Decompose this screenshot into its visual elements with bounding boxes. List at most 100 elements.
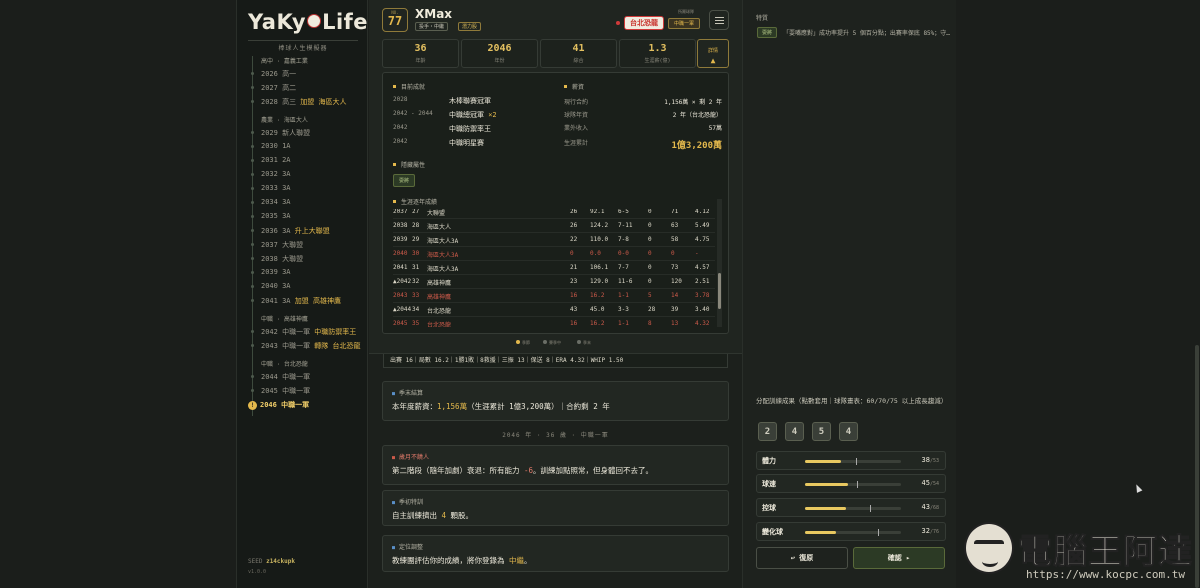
career-cell-ip: 106.1 [590,264,609,271]
career-cell-wl: 1-1 [618,292,629,299]
event-title: 歲月不饒人 [392,452,429,461]
timeline-item[interactable]: 2042 中職一軍 中職防禦率王 [251,327,356,337]
career-cell-so: 0 [671,250,675,257]
career-row: 2040 30 海區大人3A 0 0.0 0-0 0 0 - [393,247,715,261]
career-cell-wl: 11-6 [618,278,633,285]
app-subtitle: 棒球人生模擬器 [248,40,358,52]
career-cell-era: - [695,250,699,257]
career-cell-wl: 0-0 [618,250,629,257]
timeline-item[interactable]: 2039 3A [251,268,291,276]
hidden-attr-title: 隱藏屬性 [393,160,425,169]
bar-fill [805,483,849,486]
timeline-section: 中職 · 高雄神鷹 [261,316,308,323]
career-row: 2037 27 大聯盟 26 92.1 6-5 0 71 4.12 [393,209,715,219]
player-header: NO. 77 XMax 投手・中繼 潛力股 所屬球隊 台北恐龍 中職一軍 36 年齡… [369,0,742,354]
training-title: 分配訓練成果（點數套用｜球隊畫表：60/70/75 以上成長趨減） [756,397,948,405]
career-cell-a: 27 [412,209,420,215]
career-cell-y: 2043 [393,292,408,299]
career-cell-y: 2037 [393,209,408,215]
event-body: 教練團評估你的成績，將你登錄為 中繼。 [392,556,532,565]
event-body: 自主訓練擠出 4 顆股。 [392,511,474,520]
scrollbar-thumb[interactable] [718,273,721,309]
timeline-item[interactable]: 2030 1A [251,142,291,150]
career-cell-era: 5.49 [695,222,710,229]
timeline-item[interactable]: 2031 2A [251,156,291,164]
timeline-item[interactable]: 2027 高二 [251,83,296,93]
timeline-item[interactable]: 2037 大聯盟 [251,240,303,250]
career-cell-ip: 129.0 [590,278,609,285]
career-cell-ip: 16.2 [590,320,605,327]
career-cell-wl: 1-1 [618,320,629,327]
career-cell-g: 26 [570,222,578,229]
bar-fill [805,460,842,463]
phase-legend: 季末 [577,340,591,346]
timeline-item[interactable]: 2040 3A [251,282,291,290]
watermark: 電腦王阿達 https://www.kocpc.com.tw [964,518,1200,588]
career-cell-a: 30 [412,250,420,257]
mascot-face-icon [964,522,1014,574]
career-cell-g: 16 [570,292,578,299]
career-row: 2038 28 海區大人 26 124.2 7-11 0 63 5.49 [393,219,715,233]
timeline-item[interactable]: 2029 新人聯盟 [251,128,310,138]
jersey-number: NO. 77 [382,8,408,32]
career-row: 2039 29 海區大人3A 22 110.0 7-8 0 58 4.75 [393,233,715,247]
event-card: 歲月不饒人 第二階段（隨年加劇）衰退：所有能力 -6。訓練加點照常，但身體回不去… [382,445,729,485]
right-panel: 特質 耍將 「耍嘴應對」成功率提升 5 個百分點；出賽率保底 85%；守… 分配… [742,0,956,588]
training-point[interactable]: 2 [758,422,777,441]
timeline-item[interactable]: 2043 中職一軍 轉隊 台北恐龍 [251,341,361,351]
menu-button[interactable] [709,10,729,30]
career-cell-a: 34 [412,306,420,313]
training-point[interactable]: 4 [839,422,858,441]
attr-bar-control[interactable]: 控球 43/68 [756,498,946,517]
career-cell-team: 高雄神鷹 [427,294,452,301]
training-point[interactable]: 5 [812,422,831,441]
career-cell-wl: 7-8 [618,236,629,243]
timeline-item[interactable]: 2026 高一 [251,69,296,79]
timeline-item[interactable]: 2045 中職一軍 [251,386,310,396]
career-cell-era: 3.40 [695,306,710,313]
career-cell-so: 71 [671,209,679,215]
timeline-item[interactable]: 2035 3A [251,212,291,220]
trait-chip[interactable]: 耍將 [757,27,777,38]
timeline-item[interactable]: 2044 中職一軍 [251,372,310,382]
career-cell-g: 16 [570,320,578,327]
career-cell-sv: 5 [648,292,652,299]
timeline-item[interactable]: 2033 3A [251,184,291,192]
training-point[interactable]: 4 [785,422,804,441]
career-cell-sv: 0 [648,236,652,243]
career-cell-team: 大聯盟 [427,210,446,217]
confirm-button[interactable]: 確認 ▸ [853,547,945,569]
timeline-item[interactable]: 2028 高三 加盟 海區大人 [251,97,347,107]
attr-bar-stamina[interactable]: 體力 38/53 [756,451,946,470]
timeline-item[interactable]: 2041 3A 加盟 高雄神鷹 [251,296,341,306]
timeline-item[interactable]: 2034 3A [251,198,291,206]
salary-title: 薪資 [564,82,584,91]
career-scrollbar[interactable] [717,199,722,327]
attr-bar-velocity[interactable]: 球速 45/54 [756,474,946,493]
team-badge[interactable]: 台北恐龍 [624,16,664,30]
details-toggle-button[interactable]: 詳情 ▲ [697,39,729,68]
career-cell-g: 0 [570,250,574,257]
attr-bar-breaking-ball[interactable]: 變化球 32/76 [756,522,946,541]
timeline-item[interactable]: 2038 大聯盟 [251,254,303,264]
career-cell-y: 2039 [393,236,408,243]
undo-button[interactable]: ↩ 復原 [756,547,848,569]
hidden-attr-chip[interactable]: 耍將 [393,174,415,187]
career-cell-ip: 110.0 [590,236,609,243]
career-cell-team: 海區大人3A [427,266,459,273]
timeline-current[interactable]: ! 2046 中職一軍 [248,400,309,410]
career-cell-g: 21 [570,264,578,271]
career-row: 2043 33 高雄神鷹 16 16.2 1-1 5 14 3.78 [393,289,715,303]
career-cell-team: 海區大人3A [427,238,459,245]
timeline-item[interactable]: 2032 3A [251,170,291,178]
timeline-section: 中職 · 台北恐龍 [261,361,308,368]
mouse-cursor-icon [1133,483,1143,493]
team-dot-icon [616,21,620,25]
timeline-item[interactable]: 2036 3A 升上大聯盟 [251,226,330,236]
career-cell-era: 4.75 [695,236,710,243]
career-cell-team: 海區大人 [427,224,452,231]
career-cell-a: 29 [412,236,420,243]
career-cell-wl: 6-5 [618,209,629,215]
career-cell-g: 26 [570,209,578,215]
stat-overall: 41 綜合 [540,39,617,68]
